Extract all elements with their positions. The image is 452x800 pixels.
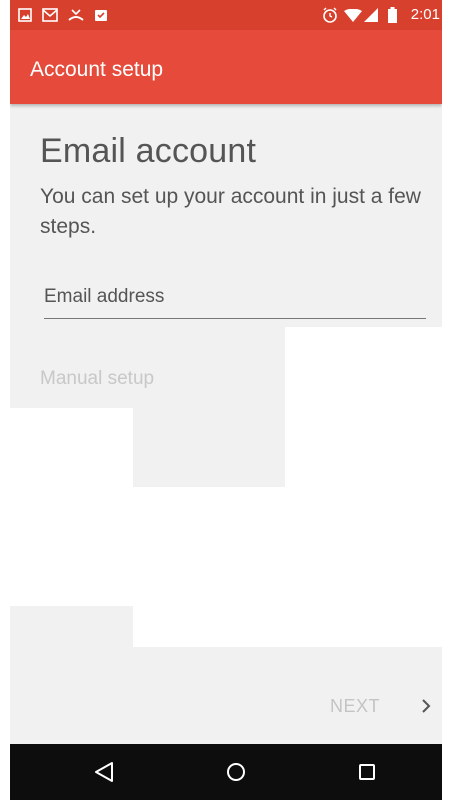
home-icon[interactable] (221, 757, 251, 787)
back-icon[interactable] (90, 757, 120, 787)
recents-icon[interactable] (352, 757, 382, 787)
blank-region (133, 487, 442, 647)
missed-call-icon (68, 9, 84, 21)
battery-icon (388, 7, 397, 23)
blank-region (10, 408, 133, 606)
navigation-bar (10, 744, 442, 800)
phone-screen: 2:01 Account setup Email account You can… (10, 0, 442, 800)
signal-icon (364, 8, 378, 22)
status-bar: 2:01 (10, 0, 442, 30)
status-time: 2:01 (410, 6, 440, 23)
next-label: NEXT (330, 695, 381, 716)
blank-region (285, 327, 442, 487)
alarm-icon (323, 7, 337, 23)
email-field[interactable] (44, 280, 426, 319)
page-title: Email account (40, 132, 257, 170)
wifi-icon (344, 9, 362, 22)
app-bar: Account setup (10, 30, 442, 104)
image-icon (18, 8, 32, 22)
task-icon (95, 10, 107, 21)
page-subtitle: You can set up your account in just a fe… (40, 185, 421, 238)
chevron-right-icon (422, 699, 431, 713)
next-button[interactable]: NEXT (330, 686, 440, 726)
gmail-icon (42, 8, 58, 22)
manual-setup-link[interactable]: Manual setup (40, 368, 154, 390)
app-bar-title: Account setup (30, 58, 164, 81)
